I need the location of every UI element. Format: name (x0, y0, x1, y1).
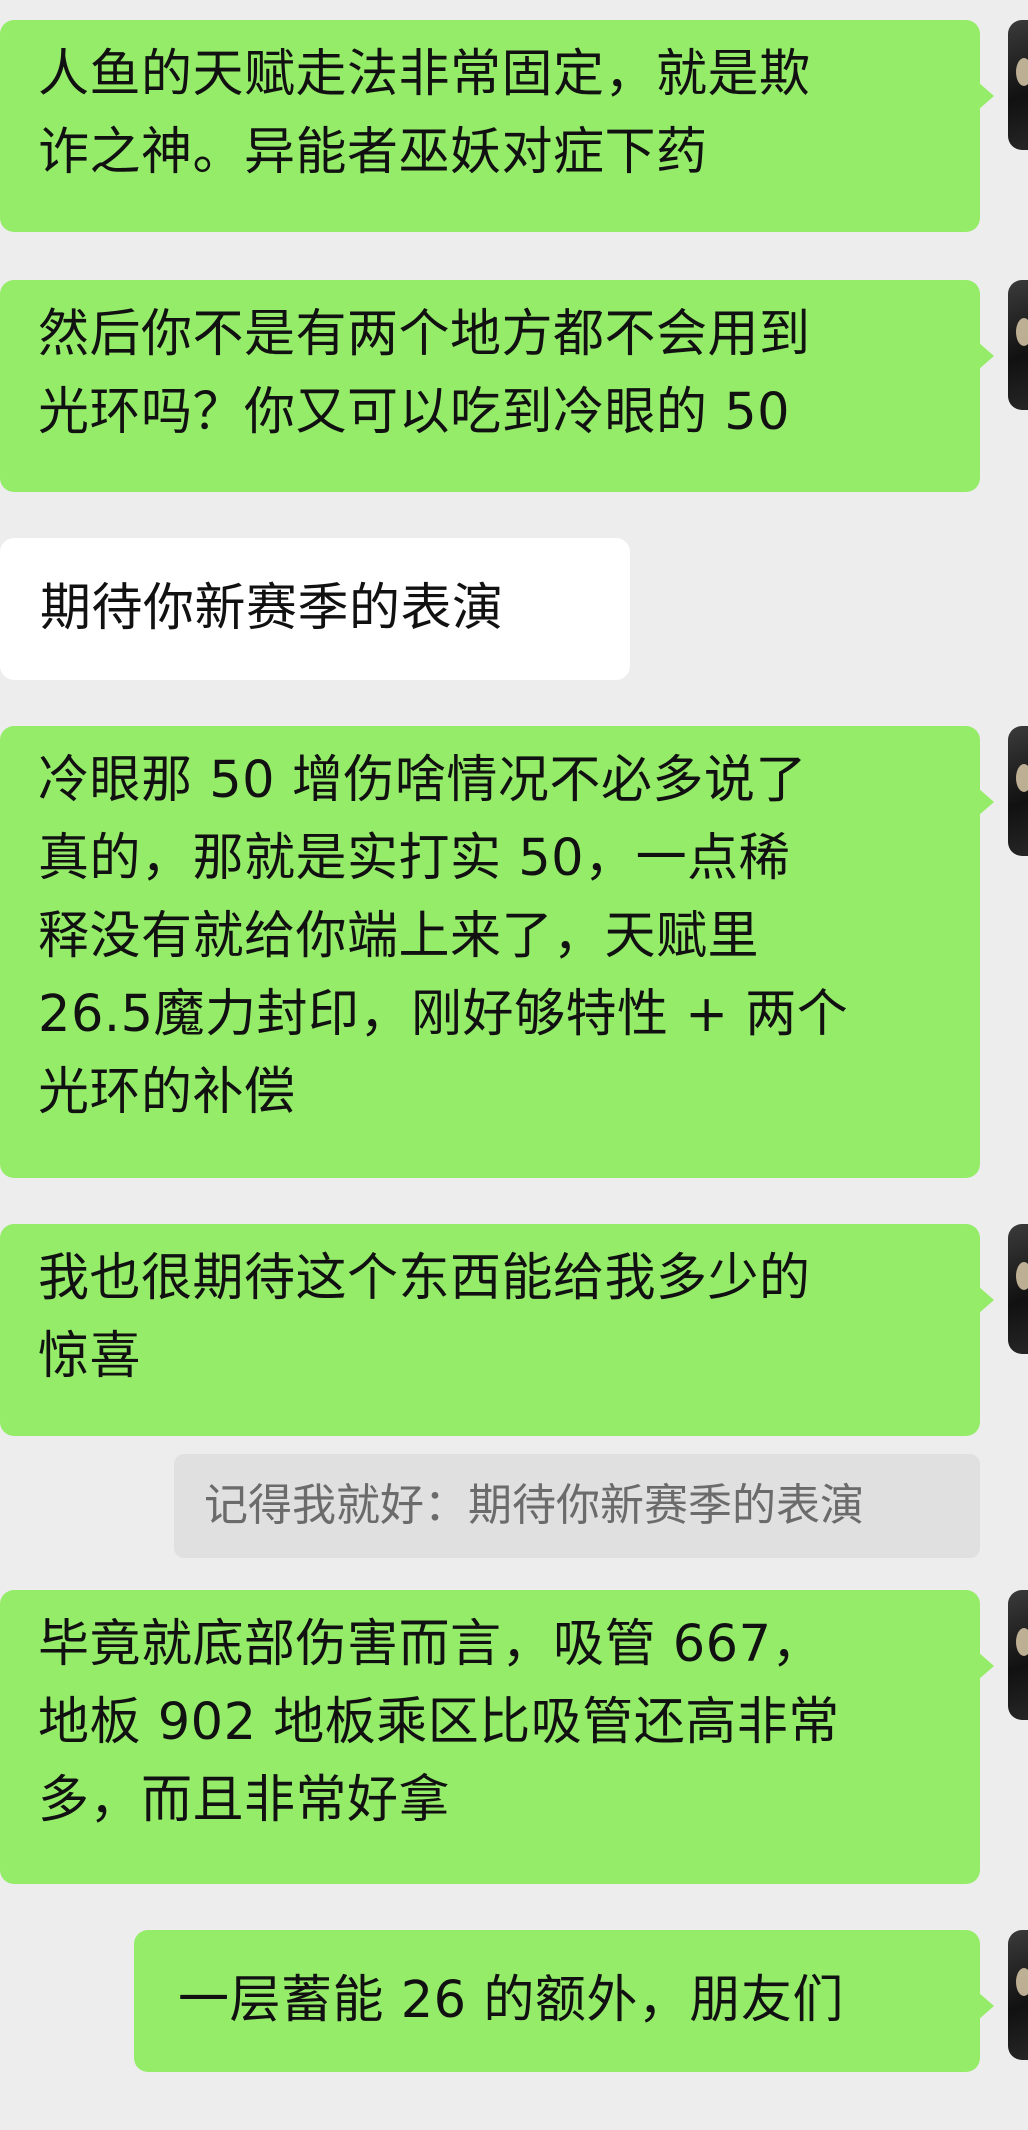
bubble-tail (978, 1286, 994, 1314)
message-bubble-sent[interactable]: 人鱼的天赋走法非常固定，就是欺 诈之神。异能者巫妖对症下药 (0, 20, 994, 232)
message-text-line: 真的，那就是实打实 50，一点稀 (38, 829, 791, 888)
message-text-line: 惊喜 (38, 1327, 142, 1386)
message-text-line: 光环的补偿 (38, 1063, 296, 1122)
message-bubble-sent[interactable]: 我也很期待这个东西能给我多少的 惊喜 (0, 1224, 994, 1436)
bubble-tail (978, 788, 994, 816)
message-bubble-received[interactable]: 期待你新赛季的表演 (0, 538, 630, 680)
bubble-tail (978, 82, 994, 110)
bubble-tail (978, 1992, 994, 2020)
self-avatar[interactable] (1008, 1224, 1028, 1354)
message-text-line: 诈之神。异能者巫妖对症下药 (38, 123, 708, 182)
self-avatar[interactable] (1008, 1590, 1028, 1720)
message-text-line: 光环吗？你又可以吃到冷眼的 50 (38, 383, 791, 442)
self-avatar[interactable] (1008, 726, 1028, 856)
bubble-tail (978, 342, 994, 370)
message-bubble-sent[interactable]: 冷眼那 50 增伤啥情况不必多说了 真的，那就是实打实 50，一点稀 释没有就给… (0, 726, 994, 1178)
message-text-line: 一层蓄能 26 的额外，朋友们 (178, 1971, 844, 2030)
bubble-tail (978, 1652, 994, 1680)
self-avatar[interactable] (1008, 280, 1028, 410)
message-bubble-sent[interactable]: 毕竟就底部伤害而言，吸管 667， 地板 902 地板乘区比吸管还高非常 多，而… (0, 1590, 994, 1884)
message-text-line: 期待你新赛季的表演 (40, 579, 504, 638)
quoted-reply[interactable]: 记得我就好：期待你新赛季的表演 (174, 1454, 980, 1558)
self-avatar[interactable] (1008, 1930, 1028, 2060)
self-avatar[interactable] (1008, 20, 1028, 150)
message-text-line: 多，而且非常好拿 (38, 1771, 451, 1830)
message-text-line: 冷眼那 50 增伤啥情况不必多说了 (38, 751, 807, 810)
message-bubble-sent[interactable]: 一层蓄能 26 的额外，朋友们 (134, 1930, 994, 2072)
message-bubble-sent[interactable]: 然后你不是有两个地方都不会用到 光环吗？你又可以吃到冷眼的 50 (0, 280, 994, 492)
quoted-reply-text: 记得我就好：期待你新赛季的表演 (204, 1480, 864, 1531)
message-text-line: 然后你不是有两个地方都不会用到 (38, 305, 811, 364)
message-text-line: 毕竟就底部伤害而言，吸管 667， (38, 1615, 824, 1674)
message-text-line: 释没有就给你端上来了，天赋里 (38, 907, 760, 966)
message-text-line: 26.5魔力封印，刚好够特性 + 两个 (38, 985, 849, 1044)
message-text-line: 地板 902 地板乘区比吸管还高非常 (38, 1693, 840, 1752)
chat-thread: 人鱼的天赋走法非常固定，就是欺 诈之神。异能者巫妖对症下药 然后你不是有两个地方… (0, 0, 1028, 2130)
message-text-line: 人鱼的天赋走法非常固定，就是欺 (38, 45, 811, 104)
message-text-line: 我也很期待这个东西能给我多少的 (38, 1249, 811, 1308)
